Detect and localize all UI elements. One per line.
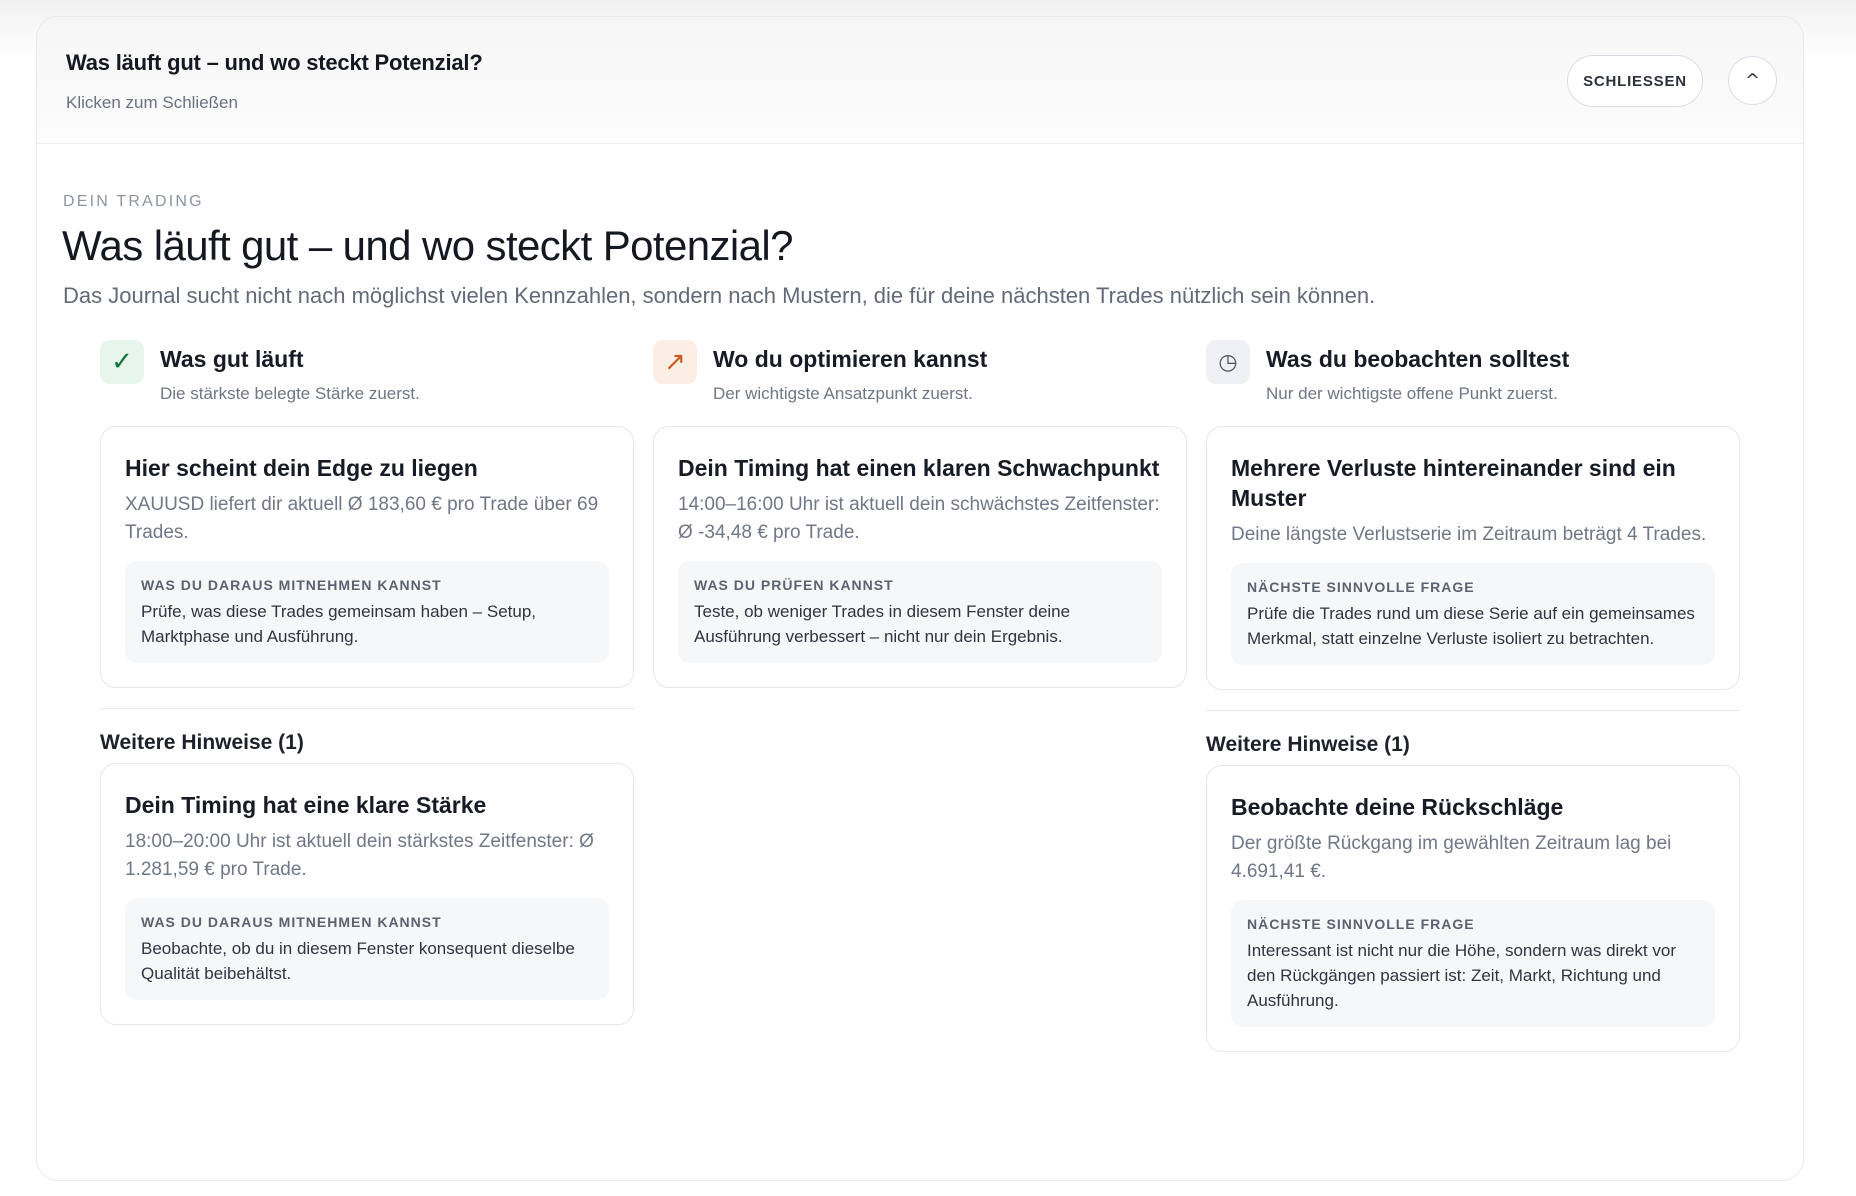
section-eyebrow: DEIN TRADING xyxy=(63,193,204,210)
divider xyxy=(1206,710,1740,711)
column-watch: ◷ Was du beobachten solltest Nur der wic… xyxy=(1206,340,1740,1052)
card-body: 14:00–16:00 Uhr ist aktuell dein schwäch… xyxy=(678,494,1160,543)
card-tip: NÄCHSTE SINNVOLLE FRAGE Interessant ist … xyxy=(1231,900,1715,1027)
insight-card: Mehrere Verluste hintereinander sind ein… xyxy=(1206,426,1740,690)
card-tip: WAS DU DARAUS MITNEHMEN KANNST Beobachte… xyxy=(125,898,609,1000)
column-subtitle: Die stärkste belegte Stärke zuerst. xyxy=(160,384,420,403)
tip-label: WAS DU DARAUS MITNEHMEN KANNST xyxy=(141,914,442,930)
trend-arrow-icon: ↗ xyxy=(653,340,697,384)
tip-label: NÄCHSTE SINNVOLLE FRAGE xyxy=(1247,579,1475,595)
collapse-button[interactable]: ^ xyxy=(1728,56,1777,105)
insight-card: Beobachte deine Rückschläge Der größte R… xyxy=(1206,765,1740,1052)
column-optimize: ↗ Wo du optimieren kannst Der wichtigste… xyxy=(653,340,1187,688)
card-title: Dein Timing hat einen klaren Schwachpunk… xyxy=(678,455,1160,481)
column-title: Was gut läuft xyxy=(160,346,304,372)
card-body: Deine längste Verlustserie im Zeitraum b… xyxy=(1231,524,1707,545)
card-title: Dein Timing hat eine klare Stärke xyxy=(125,792,487,818)
tip-text: Prüfe die Trades rund um diese Serie auf… xyxy=(1247,604,1695,648)
card-body: XAUUSD liefert dir aktuell Ø 183,60 € pr… xyxy=(125,494,599,543)
tip-label: WAS DU PRÜFEN KANNST xyxy=(694,577,894,593)
column-header: ◷ Was du beobachten solltest Nur der wic… xyxy=(1206,340,1740,426)
close-button[interactable]: SCHLIESSEN xyxy=(1567,55,1703,107)
card-title: Beobachte deine Rückschläge xyxy=(1231,794,1564,820)
tip-text: Beobachte, ob du in diesem Fenster konse… xyxy=(141,939,575,983)
insight-card: Dein Timing hat eine klare Stärke 18:00–… xyxy=(100,763,634,1025)
tip-label: NÄCHSTE SINNVOLLE FRAGE xyxy=(1247,916,1475,932)
divider xyxy=(100,708,634,709)
clock-icon: ◷ xyxy=(1206,340,1250,384)
card-body: 18:00–20:00 Uhr ist aktuell dein stärkst… xyxy=(125,831,594,880)
panel-title: Was läuft gut – und wo steckt Potenzial? xyxy=(66,50,483,75)
tip-text: Prüfe, was diese Trades gemeinsam haben … xyxy=(141,602,537,646)
card-title: Hier scheint dein Edge zu liegen xyxy=(125,455,478,481)
column-strengths: ✓ Was gut läuft Die stärkste belegte Stä… xyxy=(100,340,634,1025)
more-hints-label: Weitere Hinweise (1) xyxy=(100,731,304,754)
card-tip: WAS DU PRÜFEN KANNST Teste, ob weniger T… xyxy=(678,561,1162,663)
check-icon: ✓ xyxy=(100,340,144,384)
insight-card: Dein Timing hat einen klaren Schwachpunk… xyxy=(653,426,1187,688)
card-tip: NÄCHSTE SINNVOLLE FRAGE Prüfe die Trades… xyxy=(1231,563,1715,665)
tip-label: WAS DU DARAUS MITNEHMEN KANNST xyxy=(141,577,442,593)
column-subtitle: Nur der wichtigste offene Punkt zuerst. xyxy=(1266,384,1558,403)
chevron-up-icon: ^ xyxy=(1744,70,1761,91)
column-title: Wo du optimieren kannst xyxy=(713,346,988,372)
column-title: Was du beobachten solltest xyxy=(1266,346,1570,372)
more-hints-label: Weitere Hinweise (1) xyxy=(1206,733,1410,756)
column-header: ↗ Wo du optimieren kannst Der wichtigste… xyxy=(653,340,1187,426)
card-title: Mehrere Verluste hintereinander sind ein… xyxy=(1231,455,1676,511)
tip-text: Interessant ist nicht nur die Höhe, sond… xyxy=(1247,941,1676,1010)
section-description: Das Journal sucht nicht nach möglichst v… xyxy=(63,283,1376,308)
insight-card: Hier scheint dein Edge zu liegen XAUUSD … xyxy=(100,426,634,688)
panel-header[interactable]: Was läuft gut – und wo steckt Potenzial?… xyxy=(37,17,1803,144)
tip-text: Teste, ob weniger Trades in diesem Fenst… xyxy=(694,602,1071,646)
column-header: ✓ Was gut läuft Die stärkste belegte Stä… xyxy=(100,340,634,426)
card-tip: WAS DU DARAUS MITNEHMEN KANNST Prüfe, wa… xyxy=(125,561,609,663)
card-body: Der größte Rückgang im gewählten Zeitrau… xyxy=(1231,833,1672,882)
panel-subtitle: Klicken zum Schließen xyxy=(66,93,238,112)
column-subtitle: Der wichtigste Ansatzpunkt zuerst. xyxy=(713,384,973,403)
section-title: Was läuft gut – und wo steckt Potenzial? xyxy=(62,222,793,269)
